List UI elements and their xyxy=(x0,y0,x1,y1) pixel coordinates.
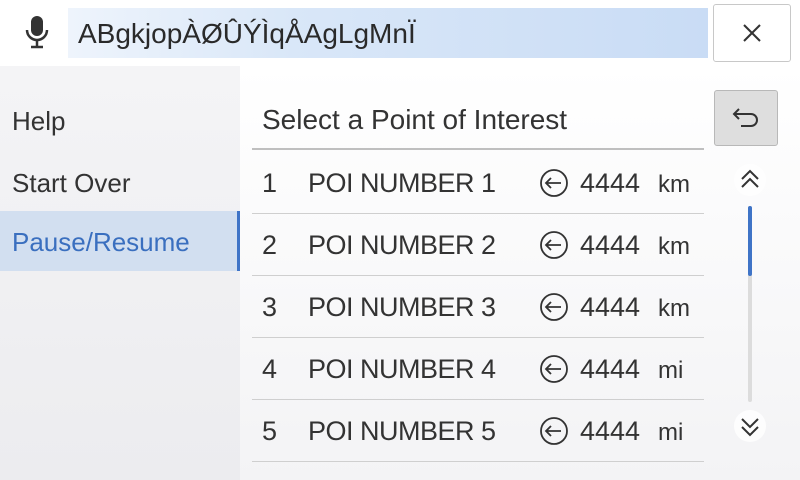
sidebar-item-start-over[interactable]: Start Over xyxy=(0,152,240,212)
poi-number: 3 xyxy=(262,292,278,322)
poi-name: POI NUMBER 1 xyxy=(308,168,496,198)
poi-distance: 4444 xyxy=(580,292,641,322)
sidebar: Help Start Over Pause/Resume xyxy=(0,66,240,480)
sidebar-item-help[interactable]: Help xyxy=(0,90,240,150)
left-arrow-circle-icon xyxy=(540,355,568,383)
row-divider xyxy=(252,461,704,462)
poi-distance-unit: km xyxy=(658,171,690,198)
sidebar-item-label: Pause/Resume xyxy=(12,227,190,257)
sidebar-item-pause-resume[interactable]: Pause/Resume xyxy=(0,211,240,271)
scrollbar-thumb[interactable] xyxy=(748,206,752,276)
double-chevron-up-icon[interactable] xyxy=(732,162,768,198)
back-button[interactable] xyxy=(714,90,778,146)
poi-name: POI NUMBER 4 xyxy=(308,354,496,384)
poi-name: POI NUMBER 3 xyxy=(308,292,496,322)
poi-row-4[interactable]: 4 POI NUMBER 4 4444 mi xyxy=(252,338,704,400)
left-arrow-circle-icon xyxy=(540,293,568,321)
left-arrow-circle-icon xyxy=(540,169,568,197)
poi-distance-unit: mi xyxy=(658,357,684,384)
poi-panel: Select a Point of Interest 1 POI NUMBER … xyxy=(240,66,800,480)
return-arrow-icon xyxy=(732,108,758,127)
page-title: Select a Point of Interest xyxy=(262,104,568,135)
sidebar-item-label: Start Over xyxy=(12,168,131,198)
poi-row-3[interactable]: 3 POI NUMBER 3 4444 km xyxy=(252,276,704,338)
poi-distance-unit: mi xyxy=(658,419,684,446)
poi-distance-unit: km xyxy=(658,295,690,322)
poi-name: POI NUMBER 5 xyxy=(308,416,496,446)
poi-distance: 4444 xyxy=(580,230,641,260)
poi-name: POI NUMBER 2 xyxy=(308,230,496,260)
close-icon xyxy=(743,24,761,42)
poi-row-2[interactable]: 2 POI NUMBER 2 4444 km xyxy=(252,214,704,276)
microphone-icon[interactable] xyxy=(22,14,52,50)
left-arrow-circle-icon xyxy=(540,231,568,259)
poi-distance: 4444 xyxy=(580,416,641,446)
sidebar-item-label: Help xyxy=(12,106,66,136)
poi-distance: 4444 xyxy=(580,168,641,198)
poi-row-5[interactable]: 5 POI NUMBER 5 4444 mi xyxy=(252,400,704,462)
voice-query-text: ABgkjopÀØÛÝÌqÅAgLgMnÏ xyxy=(78,18,416,49)
poi-row-1[interactable]: 1 POI NUMBER 1 4444 km xyxy=(252,152,704,214)
top-bar: ABgkjopÀØÛÝÌqÅAgLgMnÏ xyxy=(0,0,800,66)
left-arrow-circle-icon xyxy=(540,417,568,445)
double-chevron-down-icon[interactable] xyxy=(732,408,768,444)
poi-distance: 4444 xyxy=(580,354,641,384)
poi-number: 5 xyxy=(262,416,278,446)
header-divider xyxy=(252,148,704,150)
voice-query-field[interactable]: ABgkjopÀØÛÝÌqÅAgLgMnÏ xyxy=(68,8,708,58)
poi-number: 4 xyxy=(262,354,278,384)
poi-distance-unit: km xyxy=(658,233,690,260)
close-button[interactable] xyxy=(713,4,791,62)
poi-number: 2 xyxy=(262,230,278,260)
poi-number: 1 xyxy=(262,168,278,198)
